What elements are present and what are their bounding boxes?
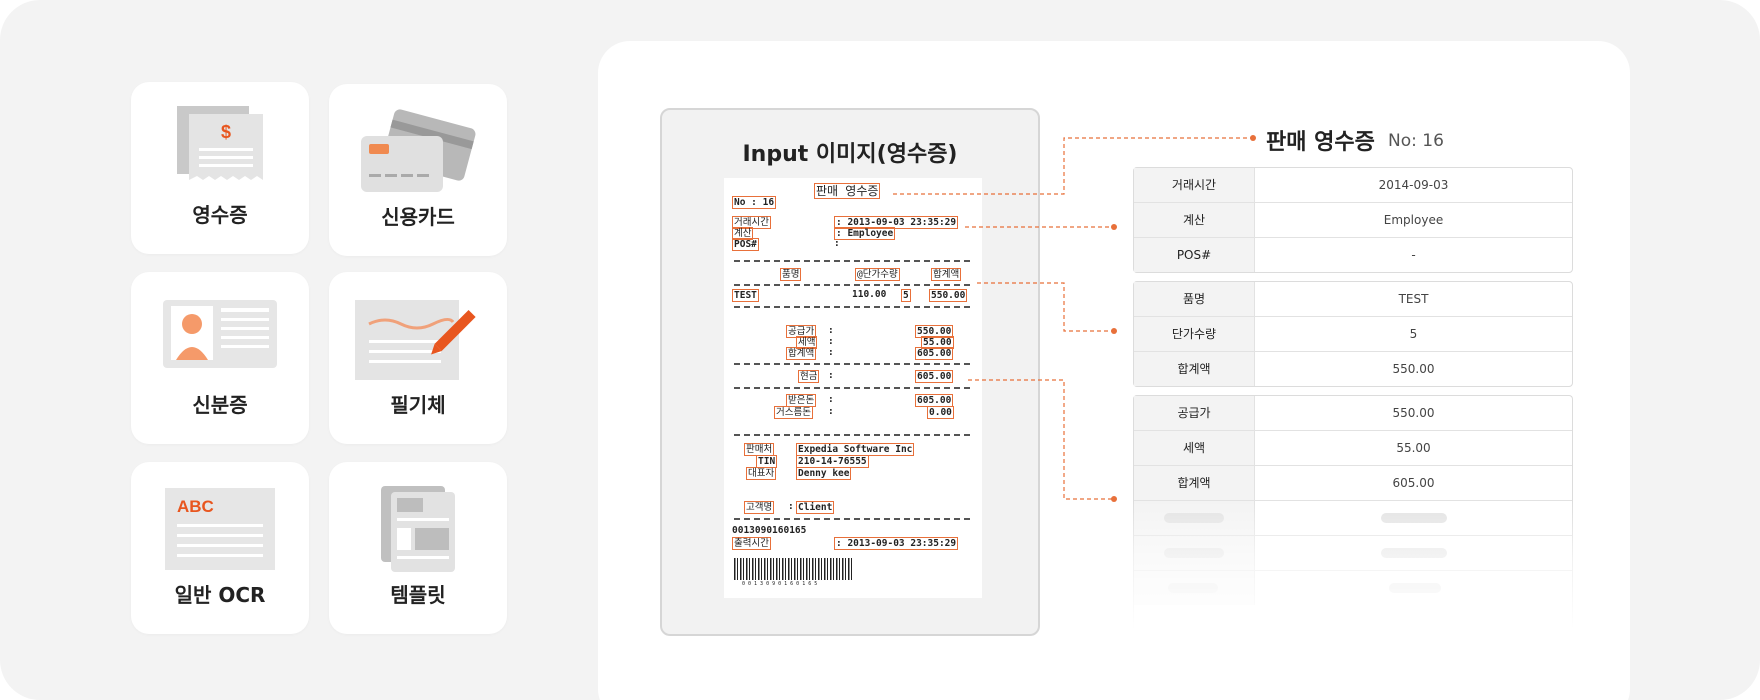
page-background: $ 영수증 신용카드 신분증 필기체 ABC 일반 OCR 템플릿 Input … xyxy=(0,0,1760,700)
connector-lines xyxy=(893,135,1256,502)
